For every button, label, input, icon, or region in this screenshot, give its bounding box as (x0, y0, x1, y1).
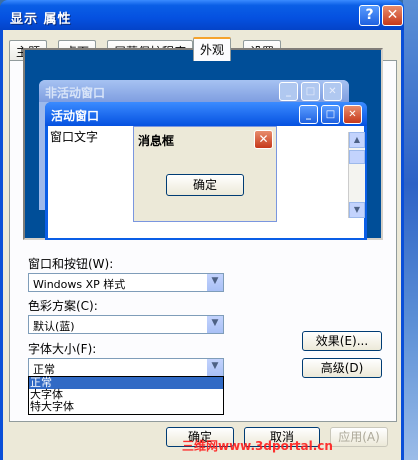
message-box-title-bar: 消息框 ✕ (134, 127, 276, 151)
scroll-up-icon: ▲ (349, 132, 365, 148)
font-size-label: 字体大小(F): (28, 342, 97, 356)
advanced-button[interactable]: 高级(D) (302, 358, 382, 378)
scroll-thumb (349, 150, 365, 164)
tab-appearance[interactable]: 外观 (193, 37, 232, 61)
inactive-window-title: 非活动窗口 (45, 86, 106, 100)
message-box-title: 消息框 (138, 134, 175, 148)
windows-buttons-select[interactable]: Windows XP 样式 ▼ (28, 273, 224, 292)
maximize-icon: □ (301, 82, 320, 101)
title-bar[interactable]: 显示 属性 ? ✕ (0, 0, 404, 30)
active-window-title: 活动窗口 (51, 109, 100, 123)
font-size-select[interactable]: 正常 ▼ (28, 358, 224, 377)
display-properties-dialog: 显示 属性 ? ✕ 主题 桌面 屏幕保护程序 外观 设置 非活动窗口 _ □ ✕… (0, 0, 404, 460)
effects-button[interactable]: 效果(E)... (302, 331, 382, 351)
close-button[interactable]: ✕ (382, 5, 403, 26)
font-size-value: 正常 (33, 363, 55, 376)
close-icon: ✕ (254, 130, 273, 149)
apply-button[interactable]: 应用(A) (330, 427, 388, 447)
close-icon: ✕ (343, 105, 362, 124)
font-size-option[interactable]: 特大字体 (29, 401, 223, 413)
scroll-down-icon: ▼ (349, 202, 365, 218)
preview-message-box: 消息框 ✕ 确定 (133, 126, 277, 222)
color-scheme-value: 默认(蓝) (33, 320, 75, 333)
close-icon: ✕ (323, 82, 342, 101)
window-text-sample: 窗口文字 (50, 130, 99, 144)
preview-scrollbar: ▲ ▼ (348, 132, 365, 218)
inactive-title-bar: 非活动窗口 _ □ ✕ (39, 80, 349, 102)
minimize-icon: _ (279, 82, 298, 101)
minimize-icon: _ (299, 105, 318, 124)
chevron-down-icon[interactable]: ▼ (206, 359, 223, 376)
chevron-down-icon[interactable]: ▼ (206, 274, 223, 291)
font-size-dropdown-list: 正常 大字体 特大字体 (28, 376, 224, 415)
watermark-text: 三维网www.3dportal.cn (182, 439, 333, 453)
window-title: 显示 属性 (10, 12, 72, 27)
desktop-background (403, 0, 418, 460)
help-button[interactable]: ? (359, 5, 380, 26)
color-scheme-label: 色彩方案(C): (28, 299, 98, 313)
maximize-icon: □ (321, 105, 340, 124)
active-title-bar: 活动窗口 _ □ ✕ (45, 102, 367, 126)
windows-buttons-value: Windows XP 样式 (33, 278, 126, 291)
windows-buttons-label: 窗口和按钮(W): (28, 257, 114, 271)
chevron-down-icon[interactable]: ▼ (206, 316, 223, 333)
message-box-ok-button: 确定 (166, 174, 244, 196)
color-scheme-select[interactable]: 默认(蓝) ▼ (28, 315, 224, 334)
